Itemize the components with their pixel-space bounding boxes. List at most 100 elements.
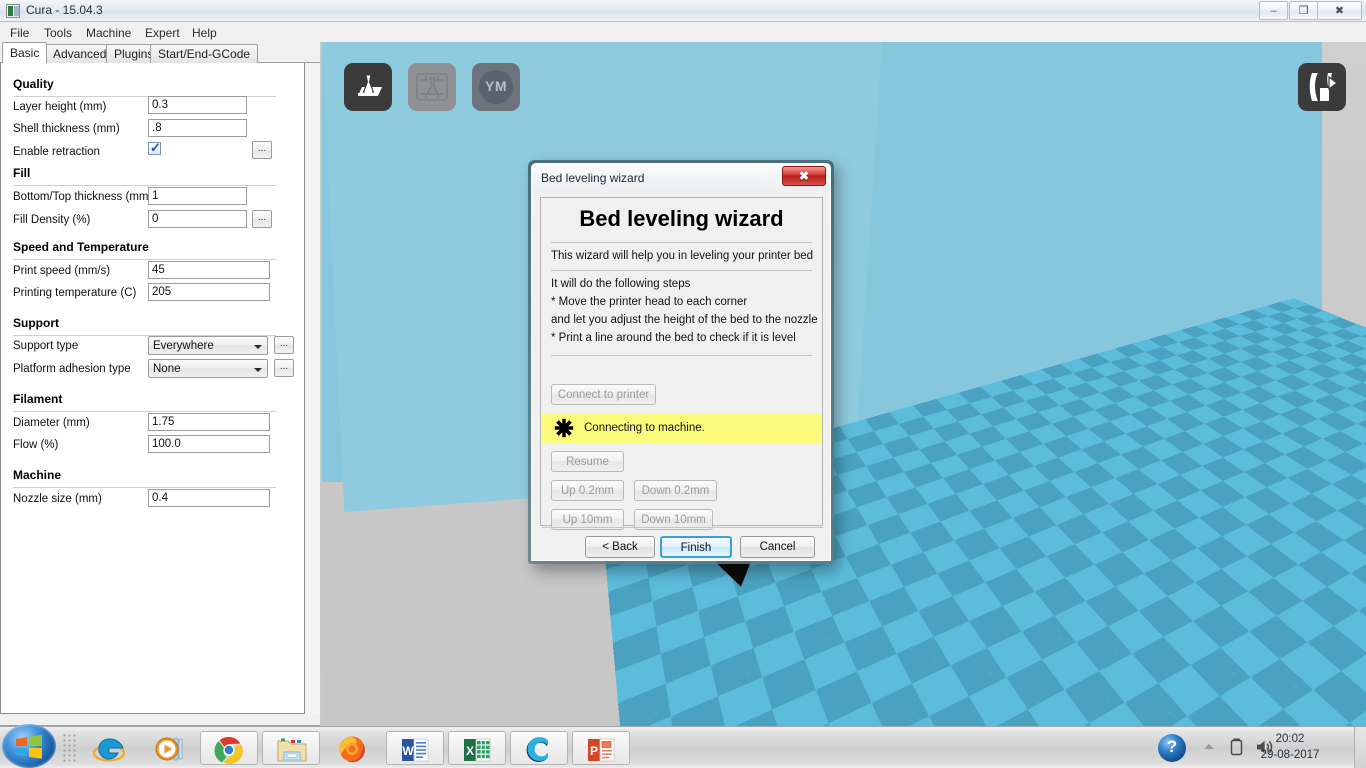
down-02mm-button[interactable]: Down 0.2mm — [634, 480, 717, 501]
cancel-button[interactable]: Cancel — [740, 536, 815, 558]
windows-start-orb-icon — [16, 735, 42, 759]
label-shell-thickness: Shell thickness (mm) — [13, 123, 120, 135]
taskbar-microsoft-excel[interactable]: X — [448, 731, 506, 765]
menu-expert[interactable]: Expert — [139, 25, 186, 41]
taskbar-google-chrome[interactable] — [200, 731, 258, 765]
windows-media-player-icon — [155, 737, 183, 761]
section-rule — [13, 411, 276, 412]
finish-button[interactable]: Finish — [660, 536, 732, 558]
3d-viewport[interactable]: YM — [322, 42, 1366, 726]
input-diameter[interactable]: 1.75 — [148, 413, 270, 431]
taskbar-microsoft-powerpoint[interactable]: P — [572, 731, 630, 765]
tab-gcode[interactable]: Start/End-GCode — [150, 44, 259, 63]
section-heading-speed-temp: Speed and Temperature — [13, 240, 149, 254]
tab-advanced[interactable]: Advanced — [45, 44, 115, 63]
label-support-type: Support type — [13, 340, 79, 352]
taskbar-windows-explorer[interactable] — [262, 731, 320, 765]
label-flow: Flow (%) — [13, 439, 59, 451]
dialog-heading: Bed leveling wizard — [579, 206, 784, 231]
taskbar-internet-explorer[interactable] — [80, 731, 138, 765]
clock-time: 20:02 — [1275, 733, 1305, 745]
section-rule — [13, 259, 276, 260]
clock-date: 29-08-2017 — [1260, 749, 1320, 761]
show-desktop-button[interactable] — [1354, 727, 1366, 768]
dialog-step-1: * Move the printer head to each corner — [551, 296, 748, 308]
youmagine-button[interactable]: YM — [472, 63, 520, 111]
connect-to-printer-button[interactable]: Connect to printer — [551, 384, 656, 405]
input-bottom-top-thickness[interactable]: 1 — [148, 187, 247, 205]
section-heading-quality: Quality — [13, 77, 54, 91]
input-nozzle-size[interactable]: 0.4 — [148, 489, 270, 507]
minimize-button[interactable]: – — [1259, 1, 1288, 20]
window-title: Cura - 15.04.3 — [26, 3, 103, 17]
desktop-background: Cura - 15.04.3 – ❐ ✖ File Tools Machine … — [0, 0, 1366, 768]
dialog-close-button[interactable]: ✖ — [782, 166, 826, 186]
menu-file[interactable]: File — [4, 25, 35, 41]
clock[interactable]: 20:02 29-08-2017 — [1240, 731, 1340, 763]
menu-machine[interactable]: Machine — [80, 25, 137, 41]
menubar: File Tools Machine Expert Help — [0, 22, 1366, 42]
window-titlebar: Cura - 15.04.3 – ❐ ✖ — [0, 0, 1366, 22]
settings-panel: Quality Layer height (mm) 0.3 Shell thic… — [0, 63, 305, 714]
taskbar-cura[interactable] — [510, 731, 568, 765]
dialog-rule — [551, 242, 812, 243]
label-layer-height: Layer height (mm) — [13, 101, 107, 113]
close-button[interactable]: ✖ — [1317, 1, 1362, 20]
taskbar-microsoft-word[interactable]: W — [386, 731, 444, 765]
resume-button[interactable]: Resume — [551, 451, 624, 472]
svg-text:W: W — [402, 744, 414, 758]
select-support-type[interactable]: Everywhere — [148, 336, 268, 355]
load-model-button[interactable] — [344, 63, 392, 111]
bed-leveling-wizard-dialog: Bed leveling wizard ✖ Bed leveling wizar… — [528, 160, 834, 564]
more-button-fill-density[interactable]: ... — [252, 210, 272, 228]
taskbar-mozilla-firefox[interactable] — [324, 731, 382, 765]
load-model-icon — [358, 74, 382, 96]
select-platform-adhesion[interactable]: None — [148, 359, 268, 378]
more-button-retraction[interactable]: ... — [252, 141, 272, 159]
save-toolpath-icon — [416, 73, 448, 101]
section-heading-support: Support — [13, 316, 59, 330]
google-chrome-icon — [214, 736, 243, 764]
input-shell-thickness[interactable]: .8 — [148, 119, 247, 137]
input-flow[interactable]: 100.0 — [148, 435, 270, 453]
microsoft-powerpoint-icon: P — [588, 738, 615, 762]
section-rule — [13, 185, 276, 186]
menu-help[interactable]: Help — [186, 25, 223, 41]
microsoft-word-icon: W — [402, 738, 429, 762]
tab-basic[interactable]: Basic — [2, 42, 48, 64]
youmagine-label: YM — [485, 78, 507, 94]
view-mode-button[interactable] — [1298, 63, 1346, 111]
menu-tools[interactable]: Tools — [38, 25, 78, 41]
label-enable-retraction: Enable retraction — [13, 146, 100, 158]
section-heading-fill: Fill — [13, 166, 31, 180]
chevron-up-icon[interactable] — [1202, 741, 1216, 753]
dialog-steps-intro: It will do the following steps — [551, 278, 691, 290]
svg-text:X: X — [466, 744, 474, 758]
checkbox-enable-retraction[interactable] — [148, 140, 161, 156]
input-print-speed[interactable]: 45 — [148, 261, 270, 279]
view-mode-icon — [1309, 73, 1338, 101]
label-print-speed: Print speed (mm/s) — [13, 265, 111, 277]
dialog-rule — [551, 355, 812, 356]
input-printing-temperature[interactable]: 205 — [148, 283, 270, 301]
taskbar-grip[interactable] — [62, 733, 76, 763]
more-button-platform-adhesion[interactable]: ... — [274, 359, 294, 377]
up-02mm-button[interactable]: Up 0.2mm — [551, 480, 624, 501]
dialog-rule — [551, 270, 812, 271]
input-layer-height[interactable]: 0.3 — [148, 96, 247, 114]
settings-tabstrip: Basic Advanced Plugins Start/End-GCode — [0, 42, 320, 64]
save-toolpath-button[interactable] — [408, 63, 456, 111]
more-button-support-type[interactable]: ... — [274, 336, 294, 354]
panel-gutter — [306, 63, 320, 714]
dialog-step-3: * Print a line around the bed to check i… — [551, 332, 796, 344]
label-printing-temperature: Printing temperature (C) — [13, 287, 137, 299]
restore-button[interactable]: ❐ — [1289, 1, 1318, 20]
label-diameter: Diameter (mm) — [13, 417, 90, 429]
dialog-title: Bed leveling wizard — [541, 171, 645, 185]
taskbar-windows-media-player[interactable] — [142, 731, 200, 765]
dialog-close-icon: ✖ — [798, 169, 810, 183]
back-button[interactable]: < Back — [585, 536, 655, 558]
label-fill-density: Fill Density (%) — [13, 214, 91, 226]
input-fill-density[interactable]: 0 — [148, 210, 247, 228]
start-button[interactable] — [2, 724, 56, 768]
